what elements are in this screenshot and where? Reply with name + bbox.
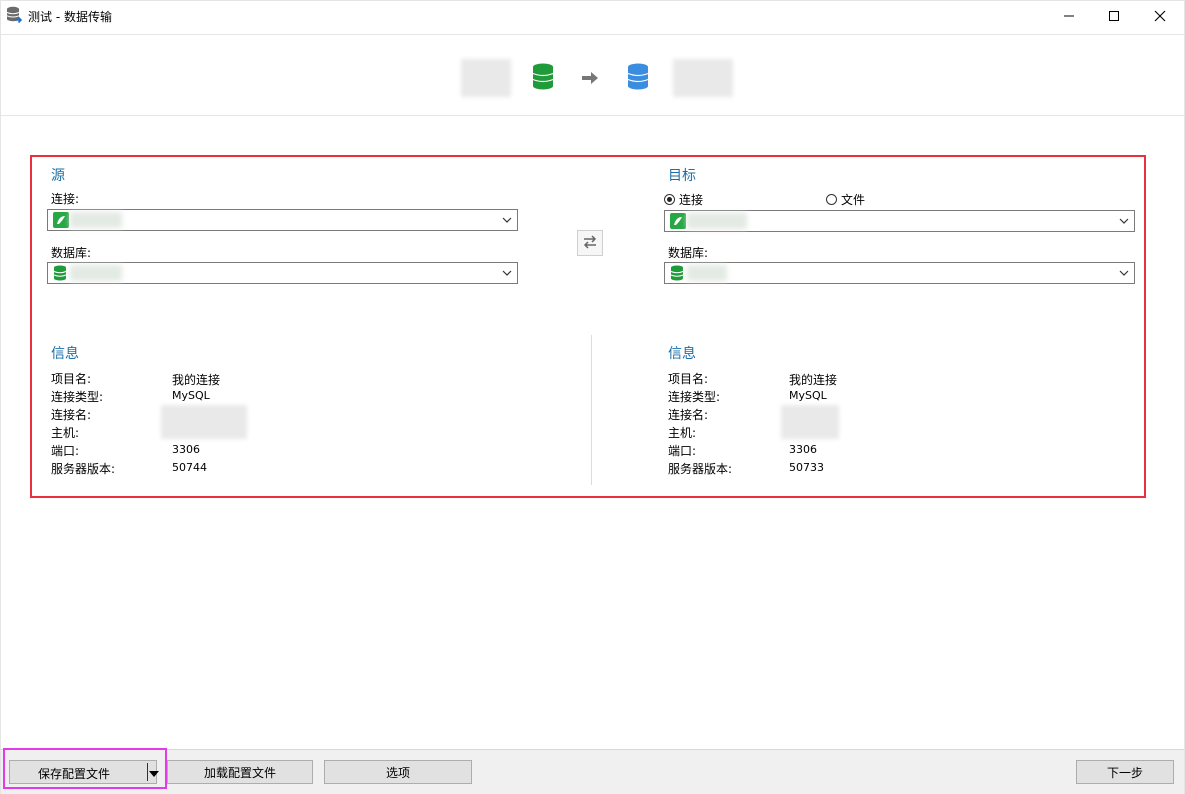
target-host-key: 主机:	[668, 426, 697, 440]
target-info-heading: 信息	[668, 346, 696, 362]
database-blue-icon	[627, 63, 649, 94]
redacted-source-host	[161, 405, 247, 439]
next-button[interactable]: 下一步	[1076, 760, 1174, 784]
source-connection-name-key: 连接名:	[51, 408, 92, 422]
target-mode-file-label: 文件	[841, 193, 866, 207]
target-server-version-value: 50733	[789, 461, 824, 474]
database-green-icon	[670, 265, 684, 284]
window-title: 测试 - 数据传输	[28, 10, 112, 24]
source-heading: 源	[51, 168, 65, 184]
source-connection-label: 连接:	[51, 192, 80, 206]
target-project-name-value: 我的连接	[789, 373, 838, 387]
data-transfer-window: 测试 - 数据传输 源 连接: 数据库: 目标 连接 文件 数据库: 信息 项目…	[0, 0, 1185, 794]
redacted-connection-value	[687, 213, 747, 229]
minimize-button[interactable]	[1046, 1, 1092, 31]
chevron-down-icon	[1119, 215, 1129, 229]
source-info-heading: 信息	[51, 346, 79, 362]
title-bar: 测试 - 数据传输	[1, 1, 1184, 31]
mysql-connection-icon	[53, 212, 69, 231]
maximize-button[interactable]	[1091, 1, 1137, 31]
next-label: 下一步	[1106, 765, 1143, 780]
target-mode-connection-label: 连接	[679, 193, 704, 207]
maximize-icon	[1108, 10, 1120, 22]
save-profile-highlight	[3, 748, 167, 789]
database-transfer-icon	[6, 6, 23, 24]
database-green-icon	[53, 265, 67, 284]
source-connection-select[interactable]	[47, 209, 518, 231]
source-host-key: 主机:	[51, 426, 80, 440]
target-database-label: 数据库:	[668, 246, 709, 260]
chevron-down-icon	[502, 267, 512, 281]
target-server-version-key: 服务器版本:	[668, 462, 733, 476]
target-database-select[interactable]	[664, 262, 1135, 284]
options-button[interactable]: 选项	[324, 760, 472, 784]
load-profile-button[interactable]: 加载配置文件	[167, 760, 313, 784]
target-connection-type-key: 连接类型:	[668, 390, 721, 404]
target-port-key: 端口:	[668, 444, 697, 458]
arrow-right-icon	[581, 71, 599, 88]
transfer-steps-header	[1, 34, 1184, 116]
source-project-name-key: 项目名:	[51, 372, 92, 386]
close-icon	[1154, 10, 1166, 22]
source-port-key: 端口:	[51, 444, 80, 458]
source-server-version-value: 50744	[172, 461, 207, 474]
info-divider	[591, 335, 592, 485]
target-connection-name-key: 连接名:	[668, 408, 709, 422]
target-connection-select[interactable]	[664, 210, 1135, 232]
redacted-target-host	[781, 405, 839, 439]
options-label: 选项	[385, 765, 410, 780]
database-green-icon	[532, 63, 554, 94]
radio-dot-unchecked	[826, 194, 837, 205]
redacted-database-value	[70, 265, 122, 281]
close-button[interactable]	[1137, 1, 1183, 31]
target-project-name-key: 项目名:	[668, 372, 709, 386]
source-server-version-key: 服务器版本:	[51, 462, 116, 476]
target-heading: 目标	[668, 168, 696, 184]
chevron-down-icon	[1119, 267, 1129, 281]
load-profile-label: 加载配置文件	[203, 765, 276, 780]
redacted-target-name	[673, 59, 733, 97]
swap-source-target-button[interactable]	[577, 230, 603, 256]
redacted-source-name	[461, 59, 511, 97]
source-connection-type-value: MySQL	[172, 389, 210, 402]
target-connection-type-value: MySQL	[789, 389, 827, 402]
target-mode-connection-radio[interactable]: 连接	[664, 191, 703, 208]
mysql-connection-icon	[670, 213, 686, 232]
minimize-icon	[1063, 10, 1075, 22]
source-database-select[interactable]	[47, 262, 518, 284]
source-connection-type-key: 连接类型:	[51, 390, 104, 404]
radio-dot-checked	[664, 194, 675, 205]
redacted-connection-value	[70, 212, 122, 228]
chevron-down-icon	[502, 214, 512, 228]
bottom-button-bar: 保存配置文件 加载配置文件 选项 下一步	[1, 749, 1184, 794]
redacted-database-value	[687, 265, 727, 281]
source-database-label: 数据库:	[51, 246, 92, 260]
source-project-name-value: 我的连接	[172, 373, 221, 387]
source-port-value: 3306	[172, 443, 200, 456]
swap-arrows-icon	[582, 234, 598, 252]
target-port-value: 3306	[789, 443, 817, 456]
target-mode-file-radio[interactable]: 文件	[826, 191, 865, 208]
